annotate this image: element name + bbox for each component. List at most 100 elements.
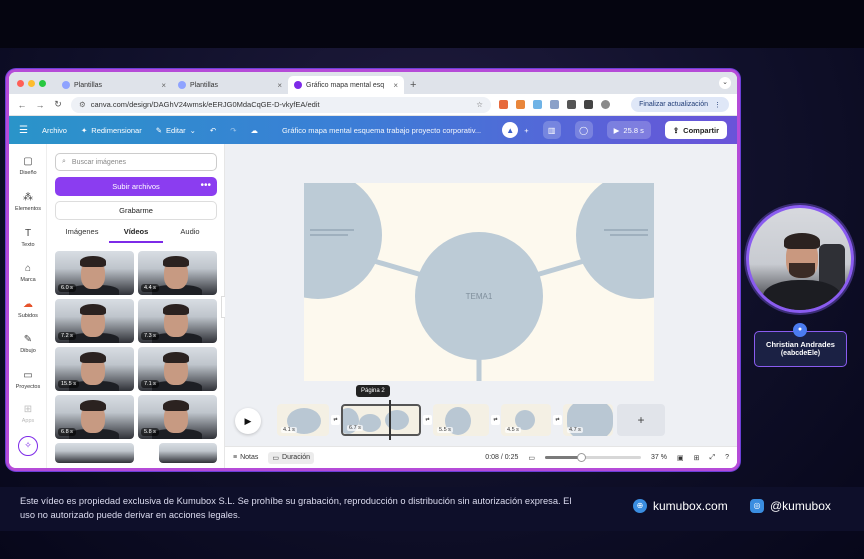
left-node-circle[interactable]: [304, 183, 382, 299]
rail-label: Subidos: [18, 313, 38, 319]
video-thumbnail[interactable]: 7.3 s: [138, 299, 217, 343]
transition-icon[interactable]: ⇄: [553, 415, 562, 425]
maximize-window-button[interactable]: [39, 79, 46, 87]
rail-item-elements[interactable]: ⁂ Elementos: [9, 192, 47, 212]
browser-tab-1[interactable]: Plantillas ×: [56, 76, 172, 94]
close-tab-icon[interactable]: ×: [161, 81, 166, 90]
video-thumbnail[interactable]: 7.1 s: [138, 347, 217, 391]
rail-item-draw[interactable]: ✎ Dibujo: [9, 334, 47, 354]
share-button[interactable]: ⇪ Compartir: [664, 121, 727, 139]
thumbnail-hair: [163, 256, 189, 267]
playhead[interactable]: [389, 400, 391, 440]
video-thumbnail[interactable]: 15.5 s: [55, 347, 134, 391]
timeline-clip-selected[interactable]: 6.7 s: [341, 404, 421, 436]
right-node-circle[interactable]: [576, 183, 654, 299]
magic-assistant-icon[interactable]: ✧: [18, 436, 38, 456]
zoom-level[interactable]: 37 %: [651, 454, 667, 461]
duration-button[interactable]: ▭ Duración: [268, 451, 315, 464]
transition-icon[interactable]: ⇄: [423, 415, 432, 425]
transition-icon[interactable]: ⇄: [331, 415, 340, 425]
record-yourself-button[interactable]: Grabarme: [55, 201, 217, 220]
rail-item-apps[interactable]: ⊞ Apps: [9, 404, 47, 424]
document-title[interactable]: Gráfico mapa mental esquema trabajo proy…: [282, 126, 481, 135]
close-window-button[interactable]: [17, 79, 24, 87]
rail-item-design[interactable]: ▢ Diseño: [9, 156, 47, 176]
extension-icon[interactable]: [550, 100, 559, 109]
rail-item-text[interactable]: T Texto: [9, 228, 47, 248]
menu-icon[interactable]: ☰: [19, 125, 28, 136]
media-icon[interactable]: [584, 100, 593, 109]
video-thumbnail[interactable]: 4.4 s: [138, 251, 217, 295]
reload-icon[interactable]: ↻: [53, 99, 63, 110]
transition-icon[interactable]: ⇄: [491, 415, 500, 425]
rail-item-brand[interactable]: ⌂ Marca: [9, 263, 47, 283]
site-info-icon[interactable]: ⚙: [79, 100, 86, 109]
rail-item-uploads[interactable]: ☁ Subidos: [9, 299, 47, 319]
redo-button[interactable]: ↷: [230, 126, 236, 135]
upload-files-button[interactable]: Subir archivos •••: [55, 177, 217, 196]
add-page-button[interactable]: +: [617, 404, 665, 436]
minimize-window-button[interactable]: [28, 79, 35, 87]
notes-button[interactable]: ≡ Notas: [233, 454, 258, 461]
add-collaborator-icon[interactable]: +: [524, 126, 528, 135]
video-thumbnail[interactable]: [159, 443, 217, 463]
bookmark-star-icon[interactable]: ☆: [476, 100, 483, 109]
file-menu[interactable]: Archivo: [42, 126, 67, 135]
connector-left: [373, 258, 423, 278]
zoom-slider[interactable]: [545, 453, 642, 462]
play-button[interactable]: ▶: [235, 408, 261, 434]
top-letterbox: [0, 0, 864, 48]
zoom-handle[interactable]: [576, 453, 586, 462]
tab-images[interactable]: Imágenes: [55, 227, 109, 243]
url-field[interactable]: ⚙ canva.com/design/DAGhV24wmsk/eERJG0Mda…: [71, 96, 491, 113]
cloud-save-icon[interactable]: ☁: [251, 126, 259, 135]
insights-icon[interactable]: ▥: [542, 121, 561, 139]
new-tab-icon[interactable]: +: [410, 76, 416, 94]
puzzle-icon[interactable]: [567, 100, 576, 109]
duration-icon: ▭: [272, 454, 280, 462]
timeline-clip[interactable]: 4.7 s: [563, 404, 613, 436]
timeline-clip[interactable]: 4.5 s: [501, 404, 551, 436]
close-tab-icon[interactable]: ×: [277, 81, 282, 90]
help-icon[interactable]: ?: [725, 454, 729, 461]
timeline-clip[interactable]: 5.5 s: [433, 404, 489, 436]
clip-duration: 5.5 s: [437, 427, 453, 433]
video-thumbnail[interactable]: 6.0 s: [55, 251, 134, 295]
back-icon[interactable]: ←: [17, 100, 27, 110]
close-tab-icon[interactable]: ×: [393, 81, 398, 90]
more-options-icon[interactable]: •••: [200, 177, 211, 196]
timeline-clip[interactable]: 4.1 s: [277, 404, 329, 436]
zoom-fill: [545, 456, 581, 459]
extension-icon[interactable]: [499, 100, 508, 109]
fullscreen-icon[interactable]: ⤢: [709, 454, 715, 462]
video-thumbnail[interactable]: 7.2 s: [55, 299, 134, 343]
rail-label: Apps: [21, 418, 35, 424]
video-thumbnail[interactable]: 5.8 s: [138, 395, 217, 439]
search-images-input[interactable]: ⌕ Buscar imágenes: [55, 153, 217, 171]
finish-update-button[interactable]: Finalizar actualización ⋮: [631, 97, 729, 112]
tab-videos[interactable]: Vídeos: [109, 227, 163, 243]
present-button[interactable]: ▶ 25.8 s: [606, 121, 651, 139]
forward-icon[interactable]: →: [35, 100, 45, 110]
collaborator-avatar[interactable]: ▲: [502, 122, 519, 138]
screen-icon[interactable]: ▭: [528, 454, 535, 462]
central-node-label[interactable]: TEMA1: [466, 292, 493, 301]
tab-audio[interactable]: Audio: [163, 227, 217, 243]
comment-icon[interactable]: ◯: [574, 121, 593, 139]
resize-menu[interactable]: ✦ Redimensionar: [81, 126, 142, 135]
update-label: Finalizar actualización: [639, 101, 708, 108]
chevron-down-icon[interactable]: ⌄: [719, 77, 731, 89]
rail-item-projects[interactable]: ▭ Proyectos: [9, 370, 47, 390]
video-thumbnail[interactable]: 6.8 s: [55, 395, 134, 439]
video-thumbnail[interactable]: [55, 443, 134, 463]
grid-view-icon[interactable]: ⊞: [694, 454, 700, 462]
browser-tab-2[interactable]: Plantillas ×: [172, 76, 288, 94]
undo-button[interactable]: ↶: [210, 126, 216, 135]
extension-icon[interactable]: [533, 100, 542, 109]
profile-icon[interactable]: [601, 100, 610, 109]
extension-icon[interactable]: [516, 100, 525, 109]
browser-tab-3[interactable]: Gráfico mapa mental esq ×: [288, 76, 404, 94]
slide-page[interactable]: TEMA1: [304, 183, 654, 381]
page-view-icon[interactable]: ▣: [677, 454, 684, 462]
edit-menu[interactable]: ✎ Editar ⌄: [156, 126, 196, 135]
